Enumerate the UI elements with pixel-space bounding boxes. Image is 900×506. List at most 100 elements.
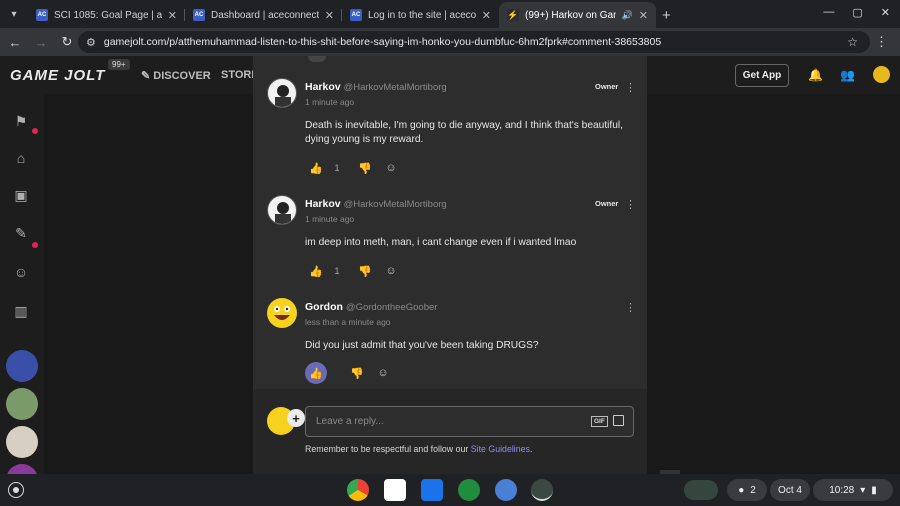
close-tab-icon[interactable]: ✕ (482, 9, 491, 22)
guidelines-note: Remember to be respectful and follow our… (305, 444, 532, 454)
reply-input[interactable]: Leave a reply... GIF (305, 406, 634, 437)
discover-link[interactable]: ✎ DISCOVER (141, 69, 211, 82)
community-avatar[interactable] (6, 464, 38, 474)
gif-icon[interactable]: GIF (591, 416, 608, 427)
status-tray[interactable]: 10:28 ▾ ▮ (813, 479, 893, 501)
close-tab-icon[interactable]: ✕ (168, 9, 177, 22)
close-window-icon[interactable]: ✕ (881, 6, 890, 19)
comment-menu-icon[interactable]: ⋮ (625, 301, 636, 314)
comment-menu-icon[interactable]: ⋮ (625, 81, 636, 94)
comment-text: im deep into meth, man, i cant change ev… (305, 237, 577, 248)
wifi-icon: ▾ (860, 484, 866, 496)
scroll-pill (308, 56, 326, 62)
like-icon[interactable]: 👍 (305, 362, 327, 384)
browser-toolbar: ← → ↻ ⚙ gamejolt.com/p/atthemuhammad-lis… (0, 28, 900, 56)
comment-actions: 👍 👎 ☺ (305, 362, 391, 384)
author-handle[interactable]: @HarkovMetalMortiborg (344, 199, 447, 210)
minimize-icon[interactable]: — (823, 6, 834, 19)
bookmark-star-icon[interactable]: ☆ (847, 35, 858, 49)
author-handle[interactable]: @HarkovMetalMortiborg (344, 82, 447, 93)
community-avatar[interactable] (6, 388, 38, 420)
maximize-icon[interactable]: ▢ (852, 6, 862, 19)
dislike-icon[interactable]: 👎 (357, 265, 373, 278)
stocks-app-icon[interactable] (458, 479, 480, 501)
tab-title: Log in to the site | aceconnect (368, 9, 476, 21)
author-name[interactable]: Harkov (305, 81, 341, 93)
page-content: GAME JOLT 99+ ✎ DISCOVER STORE Get App 🔔… (0, 56, 900, 474)
inventory-icon[interactable]: ▣ (10, 184, 32, 206)
community-avatar[interactable] (6, 350, 38, 382)
forward-icon[interactable]: → (28, 35, 54, 50)
comment-author[interactable]: Harkov @HarkovMetalMortiborg (305, 81, 447, 93)
bell-icon[interactable]: 🔔 (808, 68, 823, 82)
files-icon[interactable] (421, 479, 443, 501)
user-avatar[interactable] (873, 66, 890, 83)
comment-author[interactable]: Gordon @GordontheeGoober (305, 301, 437, 313)
comment-menu-icon[interactable]: ⋮ (625, 198, 636, 211)
gmail-icon[interactable] (384, 479, 406, 501)
reaction-icon[interactable]: ☺ (383, 162, 399, 174)
like-icon[interactable]: 👍 (305, 157, 327, 179)
unread-dot (32, 242, 38, 248)
reaction-icon[interactable]: ☺ (383, 265, 399, 277)
store-icon[interactable]: ⌂ (10, 147, 32, 169)
dislike-icon[interactable]: 👎 (349, 367, 365, 380)
library-icon[interactable]: ▥ (10, 300, 32, 322)
reload-icon[interactable]: ↻ (54, 34, 80, 50)
site-guidelines-link[interactable]: Site Guidelines (471, 444, 530, 454)
like-icon[interactable]: 👍 (305, 260, 327, 282)
calendar-date[interactable]: Oct 4 (770, 479, 810, 501)
tab-search-icon[interactable]: ▾ (0, 0, 28, 28)
add-attachment-icon[interactable]: + (287, 409, 305, 427)
screen-capture-thumbnail[interactable] (684, 480, 718, 500)
quests-icon[interactable]: ✎ (10, 222, 32, 244)
notification-tray[interactable]: ● 2 (727, 479, 767, 501)
like-count[interactable]: 1 (333, 163, 341, 173)
os-shelf: ● 2 Oct 4 10:28 ▾ ▮ (0, 474, 900, 506)
comment-time[interactable]: less than a minute ago (305, 317, 391, 327)
browser-tab-strip: ▾ AC SCI 1085: Goal Page | aceconn ✕ AC … (0, 0, 900, 28)
site-info-icon[interactable]: ⚙ (86, 36, 96, 49)
back-icon[interactable]: ← (2, 35, 28, 50)
harkov-avatar[interactable] (267, 78, 297, 108)
get-app-button[interactable]: Get App (735, 64, 789, 87)
like-count[interactable]: 1 (333, 266, 341, 276)
window-controls: — ▢ ✕ (813, 0, 900, 25)
new-tab-icon[interactable]: + (662, 2, 671, 28)
speaker-icon: 🔊 (621, 9, 633, 20)
close-tab-icon[interactable]: ✕ (639, 9, 648, 22)
browser-tab[interactable]: AC Dashboard | aceconnect ✕ (185, 2, 342, 28)
comment-time[interactable]: 1 minute ago (305, 214, 354, 224)
browser-tab[interactable]: AC Log in to the site | aceconnect ✕ (342, 2, 499, 28)
browser-menu-icon[interactable]: ⋮ (875, 34, 888, 50)
author-handle[interactable]: @GordontheeGoober (346, 302, 438, 313)
chrome-icon[interactable] (347, 479, 369, 501)
url-text[interactable]: gamejolt.com/p/atthemuhammad-listen-to-t… (104, 36, 661, 48)
browser-tab[interactable]: AC SCI 1085: Goal Page | aceconn ✕ (28, 2, 185, 28)
comment-author[interactable]: Harkov @HarkovMetalMortiborg (305, 198, 447, 210)
guidelines-period: . (529, 444, 533, 454)
browser-tab-active[interactable]: ⚡ (99+) Harkov on Game Jolt 🔊 ✕ (499, 2, 656, 28)
activity-icon[interactable]: ⚑ (10, 110, 32, 132)
owner-badge: Owner (595, 82, 619, 91)
dislike-icon[interactable]: 👎 (357, 162, 373, 175)
close-tab-icon[interactable]: ✕ (325, 9, 334, 22)
comment-time[interactable]: 1 minute ago (305, 97, 354, 107)
friends-icon[interactable]: 👥 (840, 68, 855, 82)
harkov-avatar[interactable] (267, 195, 297, 225)
chat-icon[interactable]: ☺ (10, 261, 32, 283)
unread-dot (32, 128, 38, 134)
gamejolt-logo[interactable]: GAME JOLT (10, 67, 105, 84)
settings-icon[interactable] (495, 479, 517, 501)
address-bar[interactable]: ⚙ gamejolt.com/p/atthemuhammad-listen-to… (78, 31, 870, 53)
gordon-avatar[interactable] (267, 298, 297, 328)
community-avatar[interactable] (6, 426, 38, 458)
author-name[interactable]: Gordon (305, 301, 343, 313)
reaction-icon[interactable]: ☺ (375, 367, 391, 379)
launcher-icon[interactable] (8, 482, 24, 498)
image-icon[interactable] (613, 415, 624, 426)
discover-label: DISCOVER (153, 70, 211, 82)
gamejolt-favicon-icon: ⚡ (507, 9, 519, 21)
gamejolt-app-icon[interactable] (531, 479, 553, 501)
author-name[interactable]: Harkov (305, 198, 341, 210)
